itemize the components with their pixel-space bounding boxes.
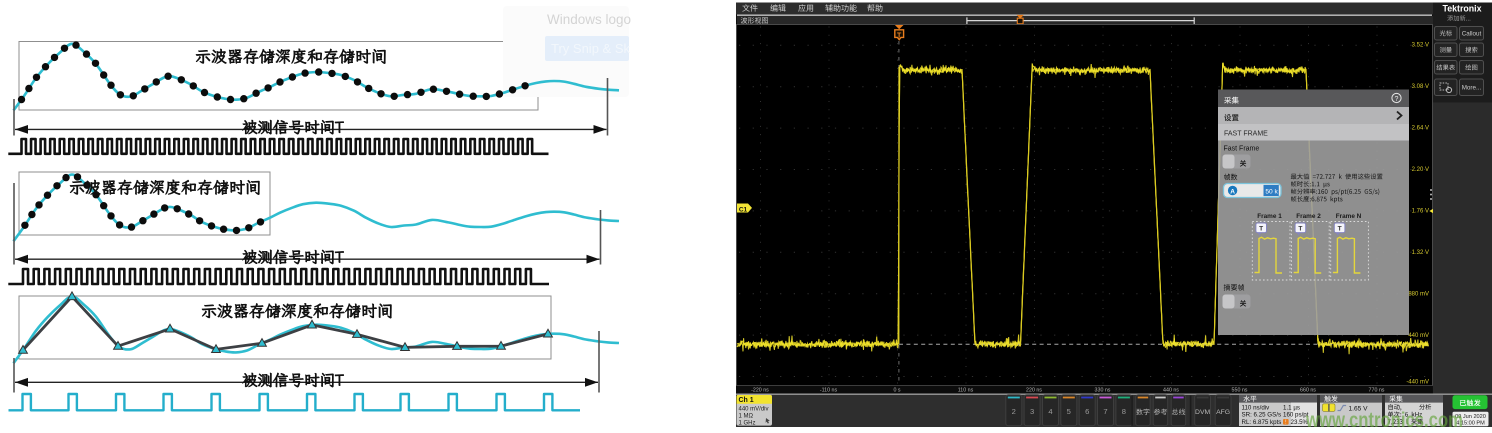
svg-text:Frame 2: Frame 2 (1296, 213, 1321, 220)
svg-text:1.76 V: 1.76 V (1412, 209, 1429, 215)
svg-text:440 ns: 440 ns (1163, 388, 1179, 394)
svg-text:T: T (1298, 226, 1302, 233)
svg-text:5: 5 (1067, 407, 1071, 416)
svg-text:160 ps/pt: 160 ps/pt (1283, 412, 1309, 419)
svg-text:660 ns: 660 ns (1300, 388, 1316, 394)
svg-text:-440 mV: -440 mV (1406, 380, 1429, 386)
svg-text:Windows logo: Windows logo (547, 12, 631, 27)
svg-text:440 mV: 440 mV (1408, 333, 1429, 339)
svg-text:www.cntronics.com: www.cntronics.com (1305, 408, 1463, 432)
svg-text:0 s: 0 s (893, 388, 900, 394)
svg-text:!: ! (1285, 420, 1286, 426)
svg-text:1 GHz: 1 GHz (739, 420, 756, 426)
svg-text:50 k: 50 k (1265, 188, 1278, 195)
svg-text:?: ? (1395, 96, 1399, 103)
svg-text:550 ns: 550 ns (1232, 388, 1248, 394)
svg-text:7: 7 (1103, 407, 1107, 416)
svg-text:8: 8 (1122, 407, 1126, 416)
svg-text:Ch 1: Ch 1 (739, 397, 754, 404)
svg-text:110 ns/div: 110 ns/div (1242, 404, 1271, 411)
svg-text:A: A (1230, 188, 1235, 195)
svg-text:2: 2 (1012, 407, 1016, 416)
svg-text:2.64 V: 2.64 V (1412, 126, 1429, 132)
svg-text:440 mV/div: 440 mV/div (739, 407, 769, 413)
svg-text:880 mV: 880 mV (1408, 292, 1429, 298)
svg-text:3: 3 (1030, 407, 1034, 416)
svg-text:-110 ns: -110 ns (820, 388, 838, 394)
svg-text:DVM: DVM (1195, 409, 1210, 416)
svg-text:Frame N: Frame N (1336, 213, 1362, 220)
svg-text:AFG: AFG (1216, 409, 1230, 416)
svg-text:220 ns: 220 ns (1026, 388, 1042, 394)
svg-text:T: T (1259, 226, 1263, 233)
svg-text:110 ns: 110 ns (958, 388, 974, 394)
svg-text:FAST FRAME: FAST FRAME (1224, 131, 1268, 138)
svg-text:2.20 V: 2.20 V (1412, 167, 1429, 173)
svg-text:Frame 1: Frame 1 (1257, 213, 1282, 220)
svg-text:1.32 V: 1.32 V (1412, 250, 1429, 256)
svg-text:T: T (1338, 226, 1342, 233)
svg-text:3.52 V: 3.52 V (1412, 43, 1429, 49)
svg-text:1 MΩ: 1 MΩ (739, 414, 754, 420)
svg-text:T: T (897, 32, 902, 39)
svg-text:SR: 6.25 GS/s: SR: 6.25 GS/s (1242, 412, 1282, 419)
svg-text:770 ns: 770 ns (1369, 388, 1385, 394)
svg-text:-220 ns: -220 ns (751, 388, 769, 394)
svg-text:Tektronix: Tektronix (1443, 4, 1482, 14)
svg-text:1.1 µs: 1.1 µs (1283, 404, 1300, 411)
svg-text:3.08 V: 3.08 V (1412, 84, 1429, 90)
svg-text:330 ns: 330 ns (1095, 388, 1111, 394)
svg-text:6: 6 (1085, 407, 1089, 416)
svg-text:C1: C1 (739, 206, 748, 213)
svg-text:Callout: Callout (1462, 31, 1482, 38)
svg-text:RL: 6.875 kpts: RL: 6.875 kpts (1242, 419, 1282, 426)
svg-text:Try Snip & Sk: Try Snip & Sk (551, 41, 630, 56)
svg-text:4: 4 (1048, 407, 1052, 416)
svg-text:More...: More... (1462, 85, 1482, 92)
svg-text:Fast Frame: Fast Frame (1224, 146, 1260, 153)
